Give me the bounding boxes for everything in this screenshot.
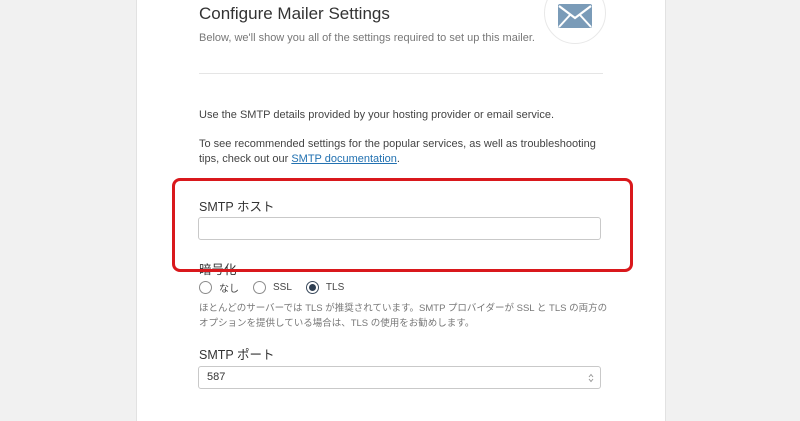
docs-text-suffix: . bbox=[396, 153, 400, 165]
encryption-radio-group: なし SSL TLS bbox=[199, 278, 358, 296]
radio-none-label: なし bbox=[219, 283, 239, 295]
number-spinner-icon[interactable] bbox=[588, 373, 594, 383]
radio-none[interactable] bbox=[199, 280, 212, 294]
page-title: Configure Mailer Settings bbox=[199, 4, 390, 23]
smtp-host-input[interactable] bbox=[198, 217, 601, 240]
smtp-documentation-link[interactable]: SMTP documentation bbox=[291, 153, 397, 165]
encryption-help-text: ほとんどのサーバーでは TLS が推奨されています。SMTP プロバイダーが S… bbox=[199, 303, 608, 329]
encryption-option-none[interactable]: なし bbox=[199, 280, 239, 295]
smtp-host-label: SMTP ホスト bbox=[199, 200, 275, 214]
encryption-option-tls[interactable]: TLS bbox=[305, 280, 345, 294]
envelope-icon bbox=[558, 4, 592, 28]
radio-ssl-label: SSL bbox=[273, 281, 292, 293]
radio-tls-label: TLS bbox=[325, 281, 345, 293]
page-subtitle: Below, we'll show you all of the setting… bbox=[199, 32, 535, 44]
page: Configure Mailer Settings Below, we'll s… bbox=[0, 0, 800, 421]
radio-ssl[interactable] bbox=[253, 280, 266, 294]
settings-panel: Configure Mailer Settings Below, we'll s… bbox=[136, 0, 666, 421]
section-divider bbox=[199, 73, 603, 74]
smtp-port-label: SMTP ポート bbox=[199, 348, 275, 362]
smtp-port-value: 587 bbox=[207, 371, 226, 383]
smtp-port-input[interactable]: 587 bbox=[198, 366, 601, 389]
encryption-label: 暗号化 bbox=[199, 263, 237, 277]
docs-text: To see recommended settings for the popu… bbox=[199, 137, 619, 167]
mailer-logo bbox=[544, 0, 606, 44]
radio-tls[interactable] bbox=[305, 280, 319, 294]
intro-text: Use the SMTP details provided by your ho… bbox=[199, 109, 555, 121]
encryption-option-ssl[interactable]: SSL bbox=[253, 280, 292, 294]
